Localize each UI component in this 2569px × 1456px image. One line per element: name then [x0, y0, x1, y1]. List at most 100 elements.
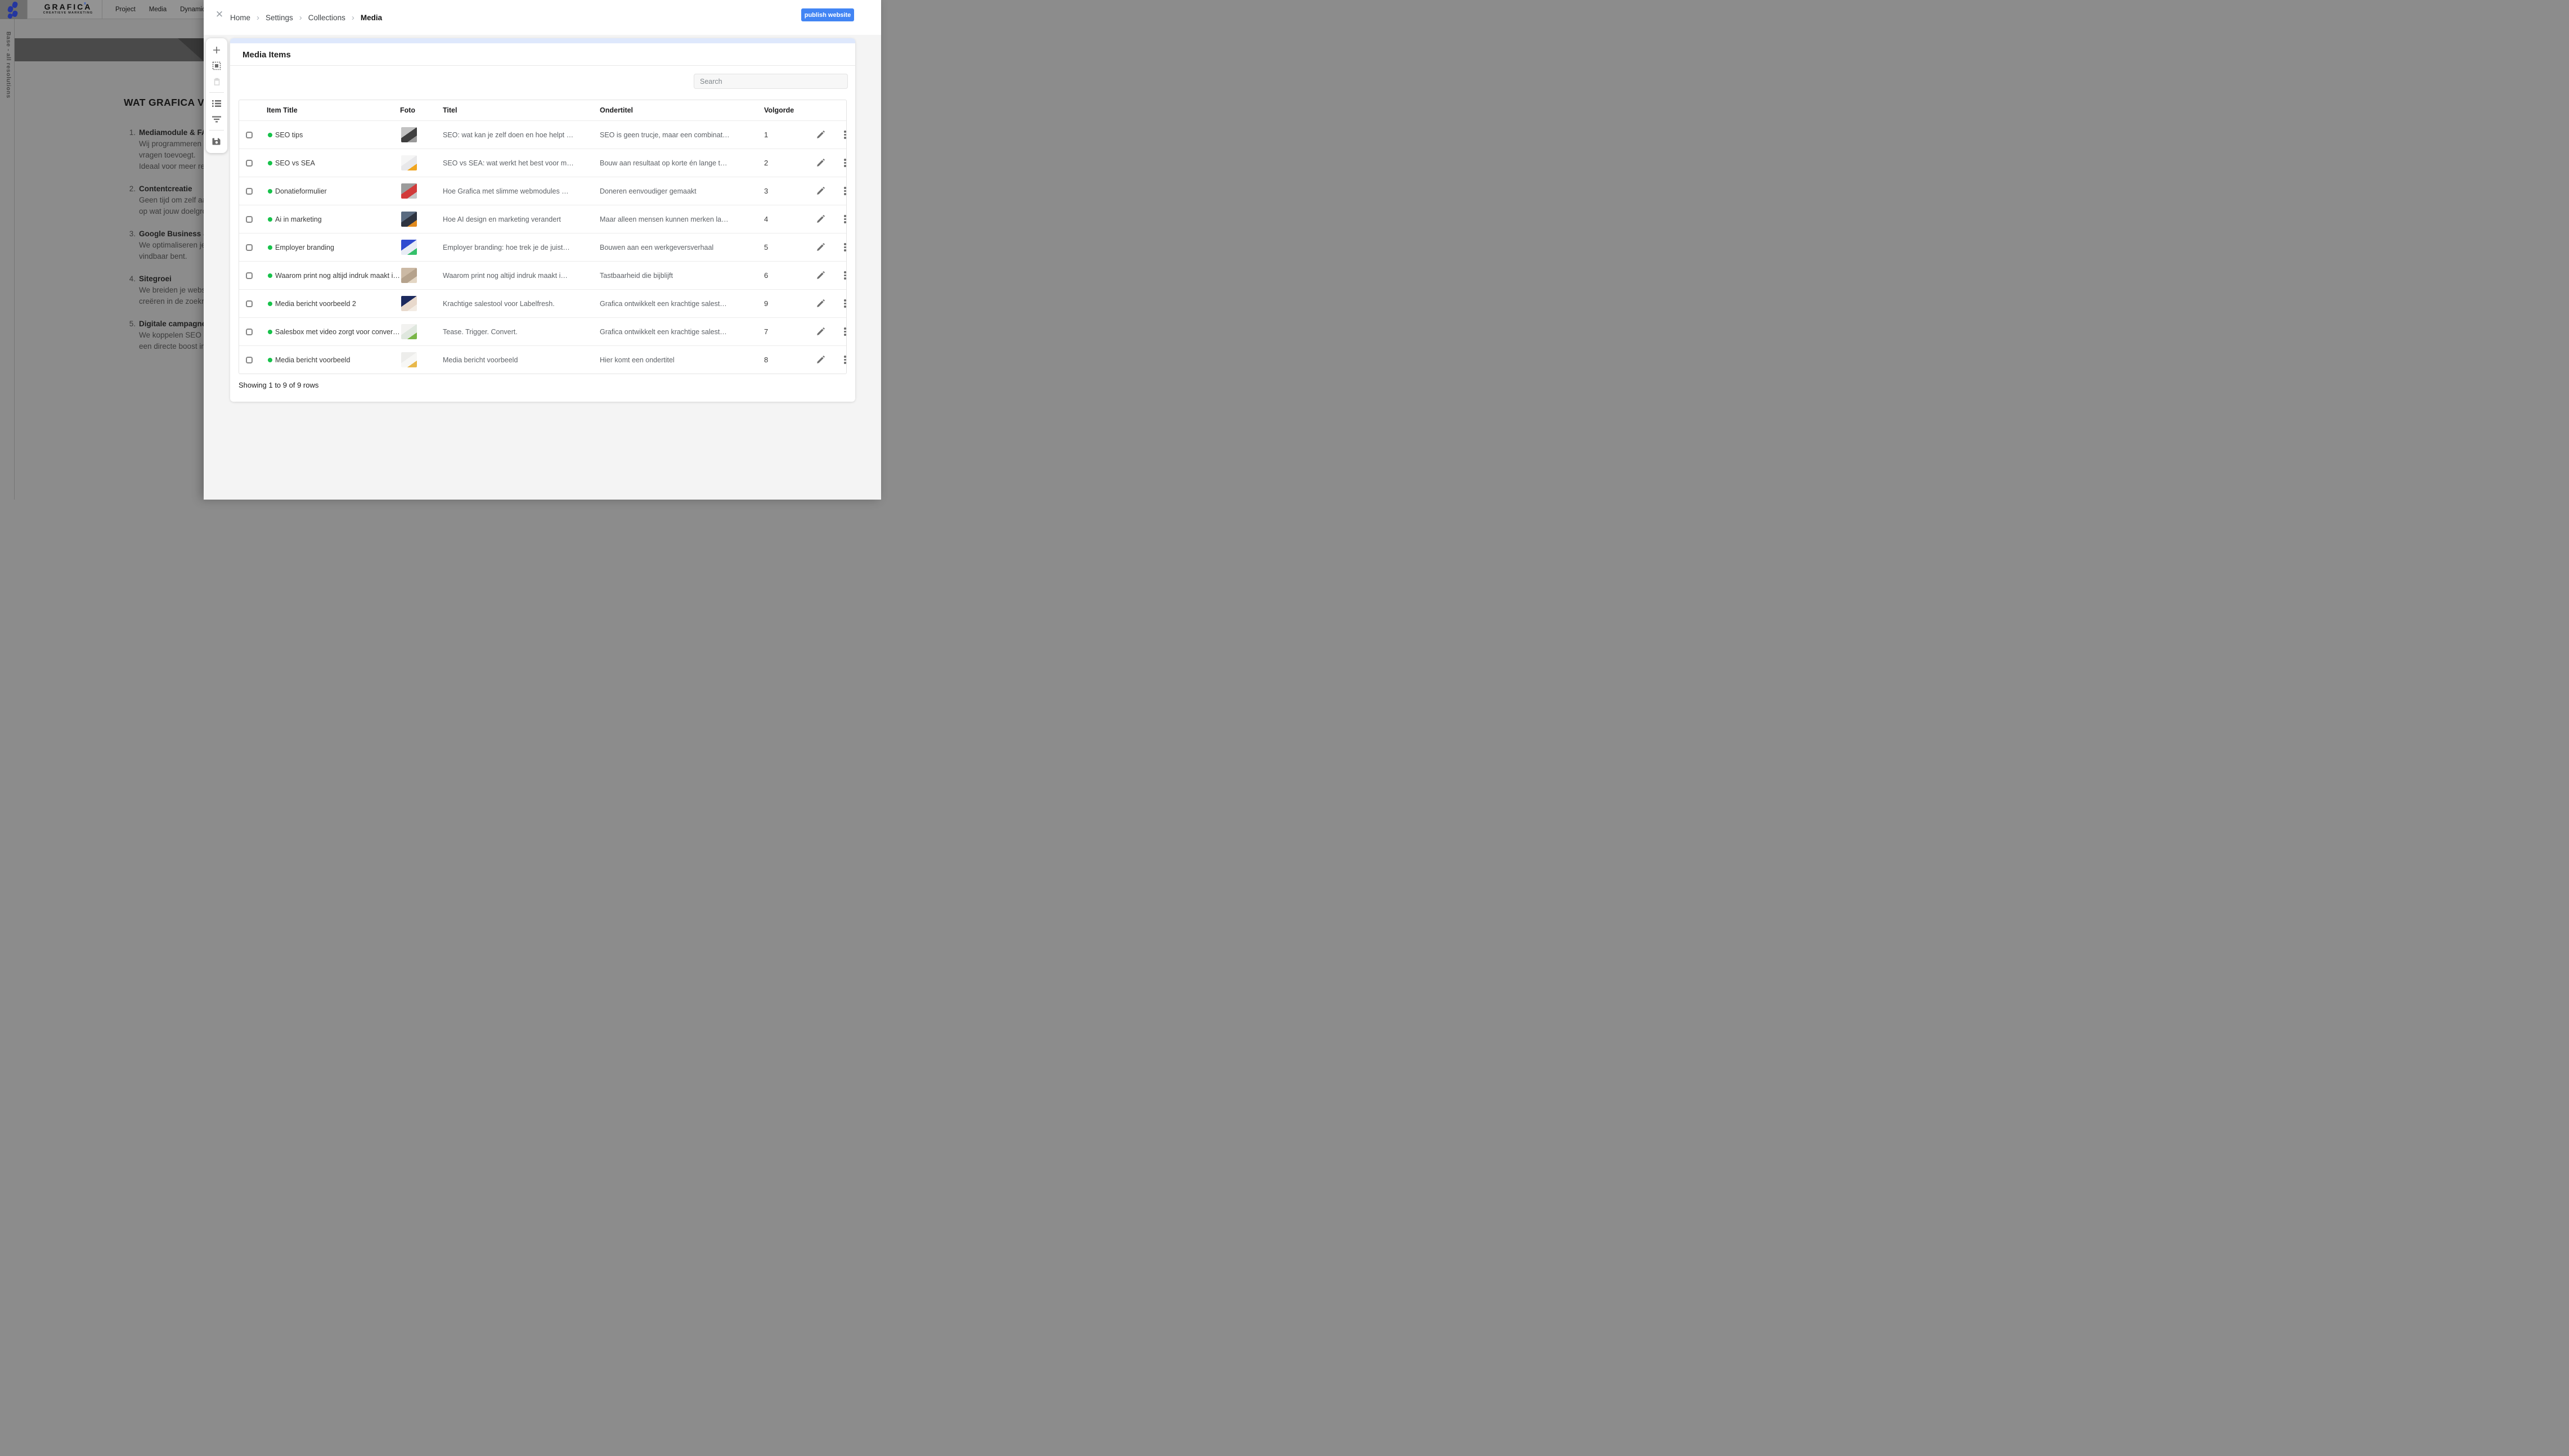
- foto-thumbnail[interactable]: [401, 183, 417, 199]
- item-title-text: Salesbox met video zorgt voor conversie …: [275, 328, 400, 336]
- breakpoint-label: Base - all resolutions: [5, 32, 12, 98]
- kebab-menu-icon[interactable]: [839, 214, 851, 225]
- row-titel-cell: SEO vs SEA: wat werkt het best voor m…: [443, 159, 600, 167]
- row-volgorde-cell: 8: [764, 356, 810, 364]
- row-checkbox[interactable]: [246, 300, 253, 307]
- row-checkbox[interactable]: [246, 216, 253, 223]
- foto-thumbnail[interactable]: [401, 352, 417, 367]
- row-ondertitel-cell: Doneren eenvoudiger gemaakt: [600, 187, 764, 195]
- row-actions-cell: [810, 158, 851, 169]
- row-foto-cell: [400, 212, 443, 227]
- row-checkbox-cell: [239, 244, 267, 251]
- edit-row-button[interactable]: [815, 129, 826, 141]
- pencil-icon: [816, 271, 825, 280]
- status-dot: [268, 133, 272, 137]
- filter-button[interactable]: [206, 111, 227, 127]
- nav-item-project[interactable]: Project: [115, 6, 136, 13]
- table-header-row: Item Title Foto Titel Ondertitel Volgord…: [239, 100, 846, 120]
- foto-thumbnail[interactable]: [401, 240, 417, 255]
- table-body: SEO tipsSEO: wat kan je zelf doen en hoe…: [239, 120, 846, 374]
- row-checkbox[interactable]: [246, 160, 253, 167]
- status-dot: [268, 189, 272, 194]
- kebab-menu-icon[interactable]: [839, 326, 851, 338]
- pencil-icon: [816, 159, 825, 167]
- edit-row-button[interactable]: [815, 298, 826, 309]
- foto-thumbnail[interactable]: [401, 296, 417, 311]
- row-checkbox[interactable]: [246, 244, 253, 251]
- breadcrumb-collections[interactable]: Collections: [308, 14, 345, 22]
- chevron-right-icon: ›: [299, 14, 302, 22]
- logo-subtitle: CREATIEVE MARKETING: [37, 11, 99, 15]
- foto-thumbnail[interactable]: [401, 155, 417, 170]
- foto-thumbnail[interactable]: [401, 212, 417, 227]
- row-volgorde-cell: 9: [764, 299, 810, 308]
- row-checkbox-cell: [239, 300, 267, 307]
- plus-icon: [212, 46, 221, 55]
- kebab-menu-icon[interactable]: [839, 242, 851, 253]
- row-checkbox-cell: [239, 216, 267, 223]
- row-item-title-cell: Media bericht voorbeeld: [267, 356, 400, 364]
- media-items-card: Media Items Item Title Foto Titel Ondert…: [230, 38, 855, 402]
- status-dot: [268, 358, 272, 362]
- row-ondertitel-cell: Bouwen aan een werkgeversverhaal: [600, 244, 764, 251]
- logo-diamond-icon: [12, 10, 19, 17]
- table-row: Media bericht voorbeeldMedia bericht voo…: [239, 345, 846, 374]
- row-checkbox[interactable]: [246, 132, 253, 138]
- table-row: Salesbox met video zorgt voor conversie …: [239, 317, 846, 345]
- row-foto-cell: [400, 240, 443, 255]
- edit-row-button[interactable]: [815, 242, 826, 253]
- chevron-right-icon: ›: [352, 14, 354, 22]
- row-ondertitel-cell: Bouw aan resultaat op korte én lange t…: [600, 159, 764, 167]
- kebab-menu-icon[interactable]: [839, 270, 851, 281]
- select-all-button[interactable]: [206, 58, 227, 74]
- breadcrumb-settings[interactable]: Settings: [266, 14, 293, 22]
- delete-button[interactable]: [206, 74, 227, 89]
- item-title-text: SEO vs SEA: [275, 159, 315, 167]
- save-button[interactable]: [206, 133, 227, 149]
- breadcrumb-home[interactable]: Home: [230, 14, 250, 22]
- edit-row-button[interactable]: [815, 214, 826, 225]
- row-titel-cell: Krachtige salestool voor Labelfresh.: [443, 300, 600, 308]
- row-volgorde-cell: 6: [764, 271, 810, 280]
- table-row: Employer brandingEmployer branding: hoe …: [239, 233, 846, 261]
- edit-row-button[interactable]: [815, 354, 826, 366]
- nav-item-media[interactable]: Media: [149, 6, 167, 13]
- close-icon[interactable]: ✕: [212, 7, 227, 22]
- trash-icon: [213, 77, 221, 86]
- row-ondertitel-cell: Grafica ontwikkelt een krachtige salest…: [600, 328, 764, 336]
- publish-website-button[interactable]: publish website: [801, 8, 854, 21]
- row-item-title-cell: Waarom print nog altijd indruk maakt in …: [267, 272, 400, 280]
- foto-thumbnail[interactable]: [401, 268, 417, 283]
- kebab-menu-icon[interactable]: [839, 354, 851, 366]
- edit-row-button[interactable]: [815, 270, 826, 281]
- row-checkbox[interactable]: [246, 188, 253, 195]
- search-input[interactable]: [694, 74, 848, 89]
- row-checkbox[interactable]: [246, 329, 253, 335]
- breadcrumb-current-media: Media: [361, 14, 382, 22]
- row-checkbox[interactable]: [246, 357, 253, 363]
- kebab-menu-icon[interactable]: [839, 186, 851, 197]
- row-checkbox-cell: [239, 132, 267, 138]
- site-logo: GRAFICA x CREATIEVE MARKETING: [37, 3, 99, 15]
- foto-thumbnail[interactable]: [401, 324, 417, 339]
- kebab-menu-icon[interactable]: [839, 129, 851, 141]
- edit-row-button[interactable]: [815, 158, 826, 169]
- edit-row-button[interactable]: [815, 186, 826, 197]
- list-number: 1.: [127, 127, 136, 138]
- add-item-button[interactable]: [206, 42, 227, 58]
- row-checkbox[interactable]: [246, 272, 253, 279]
- kebab-menu-icon[interactable]: [839, 298, 851, 309]
- foto-thumbnail[interactable]: [401, 127, 417, 142]
- pencil-icon: [816, 356, 825, 364]
- hero-image-band: [15, 38, 204, 61]
- row-checkbox-cell: [239, 188, 267, 195]
- list-view-button[interactable]: [206, 96, 227, 111]
- row-volgorde-cell: 7: [764, 327, 810, 336]
- row-actions-cell: [810, 214, 851, 225]
- item-title-text: SEO tips: [275, 131, 303, 139]
- kebab-menu-icon[interactable]: [839, 158, 851, 169]
- edit-row-button[interactable]: [815, 326, 826, 338]
- row-ondertitel-cell: Maar alleen mensen kunnen merken la…: [600, 215, 764, 223]
- row-actions-cell: [810, 186, 851, 197]
- row-item-title-cell: Salesbox met video zorgt voor conversie …: [267, 328, 400, 336]
